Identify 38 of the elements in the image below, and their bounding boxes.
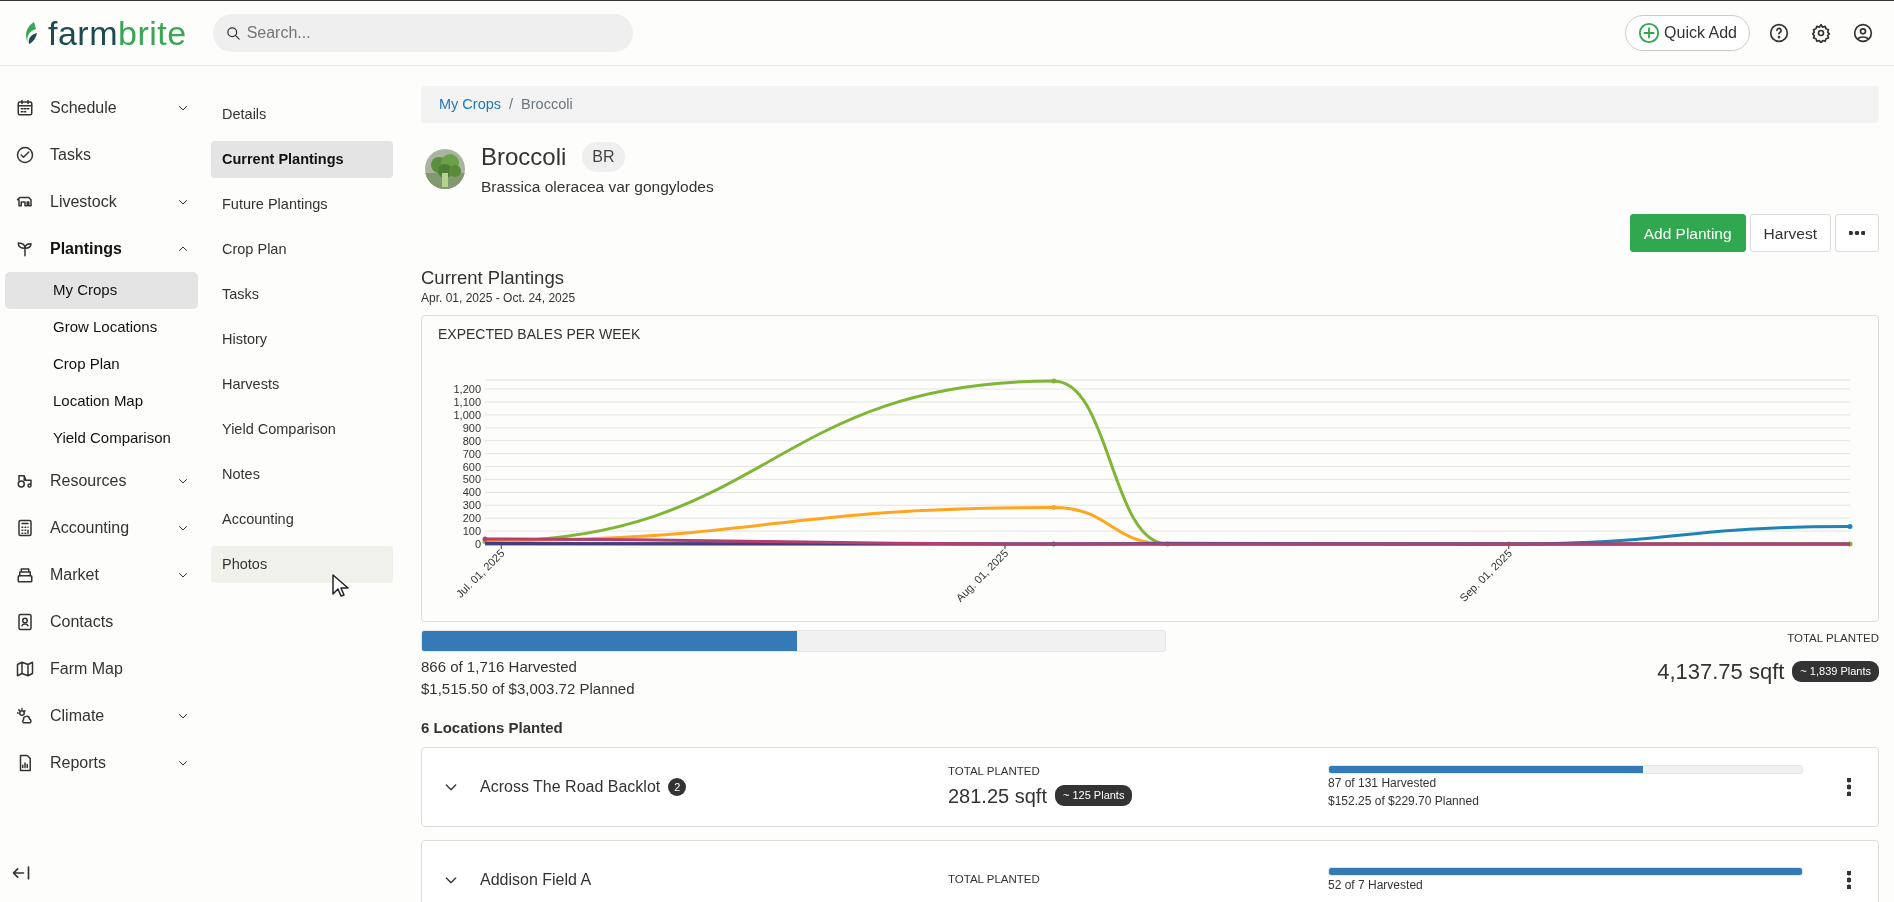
axis-tick-label: 500 — [462, 473, 481, 486]
axis-tick-label: 800 — [462, 434, 481, 447]
total-area: 4,137.75 sqft — [1657, 654, 1785, 688]
axis-tick-label: 600 — [462, 460, 481, 473]
axis-tick-label: 900 — [462, 421, 481, 434]
logo-text: farmbrite — [48, 16, 187, 50]
section-title: Current Plantings — [421, 268, 565, 289]
axis-tick-label: 700 — [462, 447, 481, 460]
axis-tick-label: 400 — [462, 485, 481, 498]
breadcrumb-current: Broccoli — [521, 94, 573, 114]
location-name: Across The Road Backlot — [480, 777, 661, 798]
axis-tick-label: 0 — [474, 537, 481, 550]
chart-title: EXPECTED BALES PER WEEK — [437, 324, 642, 344]
scientific-name: Brassica oleracea var gongylodes — [481, 177, 714, 197]
harvested-text: 866 of 1,716 Harvested — [421, 656, 578, 677]
locations-heading: 6 Locations Planted — [421, 717, 564, 738]
harvested-text: 52 of 7 Harvested — [1328, 876, 1424, 894]
axis-tick-label: 1,200 — [453, 382, 481, 395]
plants-count-badge: ~ 125 Plants — [1054, 785, 1133, 806]
total-planted-label: TOTAL PLANTED — [948, 764, 1041, 780]
total-planted-label: TOTAL PLANTED — [948, 872, 1041, 888]
total-planted-label: TOTAL PLANTED — [1787, 630, 1879, 646]
location-name: Addison Field A — [480, 870, 592, 891]
plants-count-badge: ~ 1,839 Plants — [1792, 661, 1879, 682]
planned-text: $152.25 of $229.70 Planned — [1328, 792, 1480, 810]
crop-name: Broccoli — [481, 142, 567, 172]
breadcrumb-separator: / — [509, 94, 514, 114]
axis-tick-label: 1,000 — [453, 408, 481, 421]
count-badge: 2 — [668, 777, 687, 797]
harvested-text: 87 of 131 Harvested — [1328, 774, 1438, 792]
crop-code-badge: BR — [582, 142, 625, 172]
planned-text: $1,515.50 of $3,003.72 Planned — [421, 679, 636, 700]
axis-tick-label: 1,100 — [453, 395, 481, 408]
date-range: Apr. 01, 2025 - Oct. 24, 2025 — [421, 289, 577, 307]
axis-tick-label: 200 — [462, 511, 481, 524]
axis-tick-label: 300 — [462, 498, 481, 511]
axis-tick-label: 100 — [462, 524, 481, 537]
total-area: 281.25 sqft — [948, 780, 1047, 811]
